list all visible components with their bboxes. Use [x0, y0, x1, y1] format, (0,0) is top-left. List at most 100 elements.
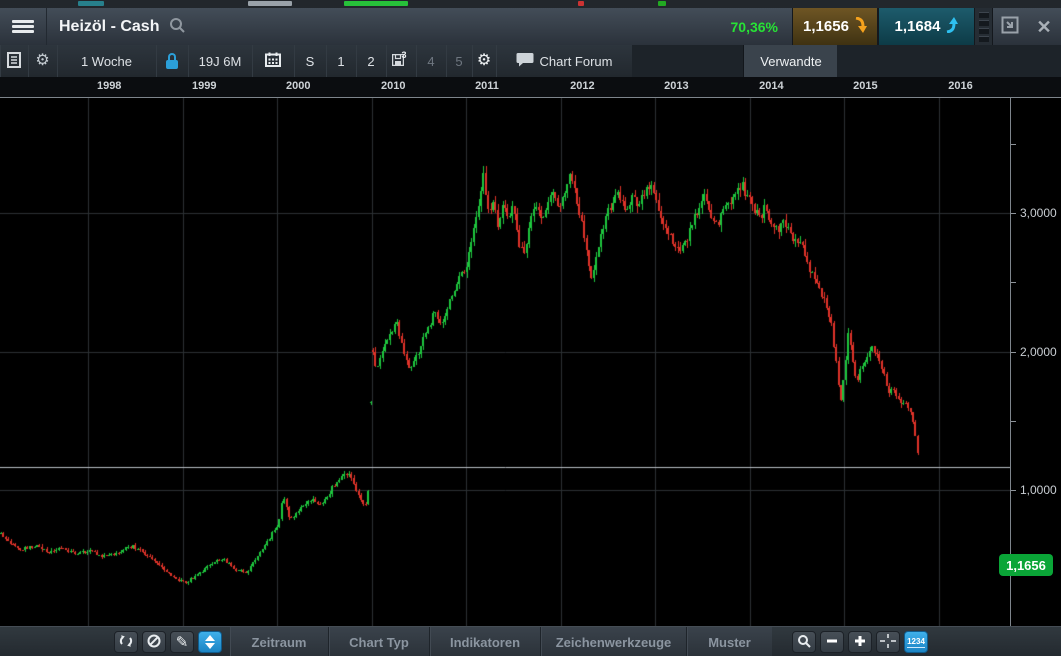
chart-plot-area[interactable]: 1,1656 [0, 98, 1011, 626]
close-icon: ✕ [1036, 18, 1051, 36]
menu-button[interactable] [0, 8, 47, 45]
bottom-menu: Zeitraum Chart Typ Indikatoren Zeichenwe… [230, 627, 772, 656]
sell-price-button[interactable]: 1,1656 [792, 8, 878, 45]
numpad-icon: 1234 [907, 637, 925, 648]
price-ladder-button[interactable]: 1234 [904, 631, 928, 653]
slot-5-label: 5 [455, 54, 462, 69]
zoom-in-button[interactable] [848, 631, 872, 653]
layout-slot-1[interactable]: 1 [326, 45, 357, 77]
menu-zeichenwerkzeuge[interactable]: Zeichenwerkzeuge [541, 627, 687, 656]
y-axis-tick [1011, 421, 1016, 422]
y-axis-tick [1011, 282, 1016, 283]
titlebar: Heizöl - Cash 70,36% 1,1656 1,1684 ✕ [0, 8, 1061, 46]
y-axis-tick [1011, 352, 1016, 353]
hamburger-icon [12, 18, 34, 35]
slot-3-label: 3 [401, 50, 406, 60]
gear-icon: ⚙ [35, 53, 49, 69]
layout-slot-4[interactable]: 4 [416, 45, 447, 77]
y-axis-label: 1,0000 [1020, 483, 1057, 497]
reset-chart-button[interactable] [114, 631, 138, 653]
timeframe-selector[interactable]: 1 Woche [57, 45, 157, 77]
popout-icon [1001, 16, 1019, 37]
background-fragment [658, 1, 666, 6]
sell-price: 1,1656 [803, 18, 849, 35]
crosshair-icon [880, 634, 896, 651]
layout-slot-3-save[interactable]: 3 [386, 45, 417, 77]
x-axis-label: 2000 [286, 80, 310, 92]
related-label: Verwandte [760, 54, 821, 69]
refresh-icon [119, 634, 133, 651]
date-range-button[interactable] [252, 45, 295, 77]
layout-settings-button[interactable]: ⚙ [472, 45, 497, 77]
menu-zeitraum[interactable]: Zeitraum [230, 627, 329, 656]
y-axis-label: 3,0000 [1020, 206, 1057, 220]
chart-forum-label: Chart Forum [540, 54, 613, 69]
current-price-tag: 1,1656 [999, 554, 1053, 576]
x-axis-label: 2015 [853, 80, 877, 92]
close-button[interactable]: ✕ [1027, 8, 1061, 45]
window-title: Heizöl - Cash [59, 18, 159, 36]
x-axis-label: 2012 [570, 80, 594, 92]
x-axis-label: 2013 [664, 80, 688, 92]
slot-2-label: 2 [367, 54, 374, 69]
quote-panel-button[interactable] [0, 45, 29, 77]
slot-1-label: 1 [337, 54, 344, 69]
price-down-arrow-icon [854, 17, 867, 37]
y-axis-label: 2,0000 [1020, 345, 1057, 359]
buy-price: 1,1684 [895, 18, 941, 35]
draw-button[interactable]: ✎ [170, 631, 194, 653]
price-chart-canvas[interactable] [0, 98, 1011, 626]
toolbar-gap [837, 45, 1061, 77]
speech-bubble-icon [516, 52, 534, 70]
background-fragment [344, 1, 408, 6]
buy-price-button[interactable]: 1,1684 [878, 8, 975, 45]
x-axis-label: 1999 [192, 80, 216, 92]
calendar-icon [265, 52, 281, 70]
chart-window: Heizöl - Cash 70,36% 1,1656 1,1684 ✕ [0, 0, 1061, 656]
lock-icon [166, 53, 178, 69]
clear-drawings-button[interactable] [142, 631, 166, 653]
bottom-toolbar-gap [0, 627, 112, 656]
order-panel-toggle-button[interactable] [198, 631, 222, 653]
x-axis-label: 2014 [759, 80, 783, 92]
background-fragment [578, 1, 584, 6]
percent-change: 70,36% [731, 19, 778, 35]
y-axis-tick [1011, 144, 1016, 145]
crosshair-button[interactable] [876, 631, 900, 653]
zoom-tools: 1234 [790, 631, 930, 653]
prohibit-icon [147, 634, 161, 651]
slot-s-label: S [306, 54, 315, 69]
drag-grip[interactable] [975, 8, 993, 45]
background-fragment [248, 1, 292, 6]
menu-muster[interactable]: Muster [687, 627, 772, 656]
magnifier-icon [797, 634, 811, 651]
chart-forum-button[interactable]: Chart Forum [496, 45, 633, 77]
lock-range-button[interactable] [156, 45, 189, 77]
chart-settings-button[interactable]: ⚙ [28, 45, 58, 77]
range-selector[interactable]: 19J 6M [188, 45, 253, 77]
menu-chart-typ[interactable]: Chart Typ [329, 627, 430, 656]
y-axis-tick [1011, 490, 1016, 491]
x-axis-label: 2010 [381, 80, 405, 92]
slot-4-label: 4 [427, 54, 434, 69]
timeframe-label: 1 Woche [81, 54, 132, 69]
y-axis[interactable]: 3,0000 2,0000 1,0000 [1010, 98, 1061, 626]
pencil-icon: ✎ [176, 635, 189, 650]
popout-button[interactable] [993, 8, 1027, 45]
zoom-button[interactable] [792, 631, 816, 653]
minus-icon [826, 635, 838, 650]
background-window-sliver [0, 0, 1061, 8]
plus-icon [854, 635, 866, 650]
x-axis: 1998199920002010201120122013201420152016 [0, 77, 1061, 98]
layout-slot-5[interactable]: 5 [446, 45, 473, 77]
search-icon[interactable] [169, 17, 186, 39]
related-button[interactable]: Verwandte [743, 45, 839, 77]
zoom-out-button[interactable] [820, 631, 844, 653]
menu-indikatoren[interactable]: Indikatoren [430, 627, 541, 656]
y-axis-tick [1011, 213, 1016, 214]
range-label: 19J 6M [199, 54, 242, 69]
x-axis-label: 2016 [948, 80, 972, 92]
layout-slot-s[interactable]: S [294, 45, 327, 77]
layout-slot-2[interactable]: 2 [356, 45, 387, 77]
background-fragment [78, 1, 104, 6]
